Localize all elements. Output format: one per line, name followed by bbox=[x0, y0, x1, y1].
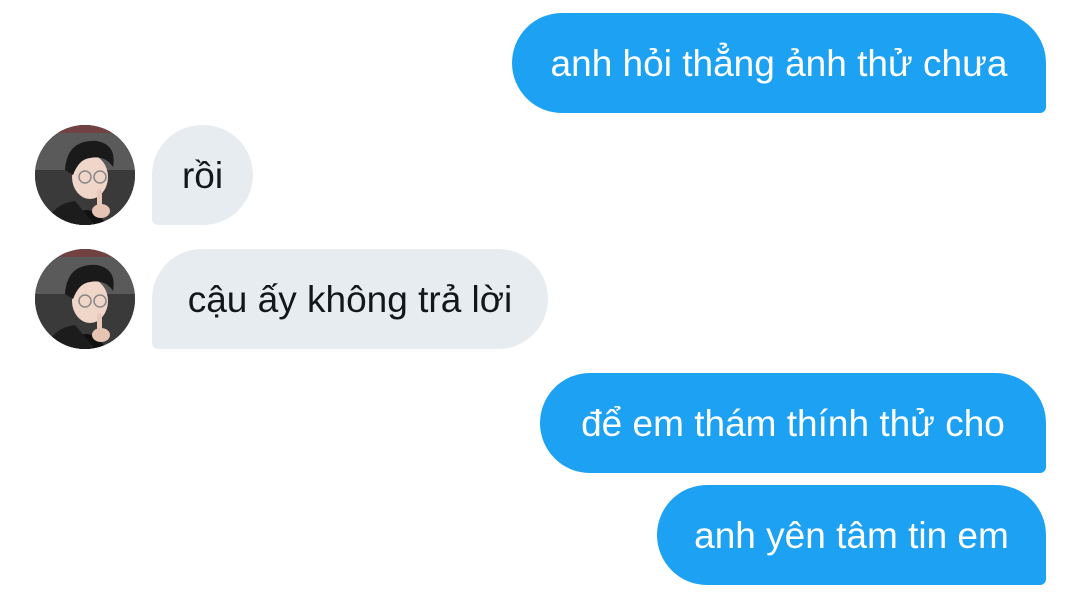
received-message-bubble[interactable]: rồi bbox=[152, 125, 253, 225]
sent-message-bubble[interactable]: để em thám thính thử cho bbox=[540, 373, 1046, 473]
sent-message-bubble[interactable]: anh hỏi thẳng ảnh thử chưa bbox=[512, 13, 1046, 113]
message-text: rồi bbox=[181, 154, 224, 196]
sent-message-bubble[interactable]: anh yên tâm tin em bbox=[657, 485, 1046, 585]
user-avatar-icon[interactable] bbox=[35, 125, 135, 225]
message-text: để em thám thính thử cho bbox=[581, 402, 1005, 444]
message-text: cậu ấy không trả lời bbox=[187, 278, 513, 320]
message-text: anh yên tâm tin em bbox=[694, 514, 1009, 556]
user-avatar-icon[interactable] bbox=[35, 249, 135, 349]
received-message-bubble[interactable]: cậu ấy không trả lời bbox=[152, 249, 548, 349]
message-text: anh hỏi thẳng ảnh thử chưa bbox=[550, 42, 1008, 84]
